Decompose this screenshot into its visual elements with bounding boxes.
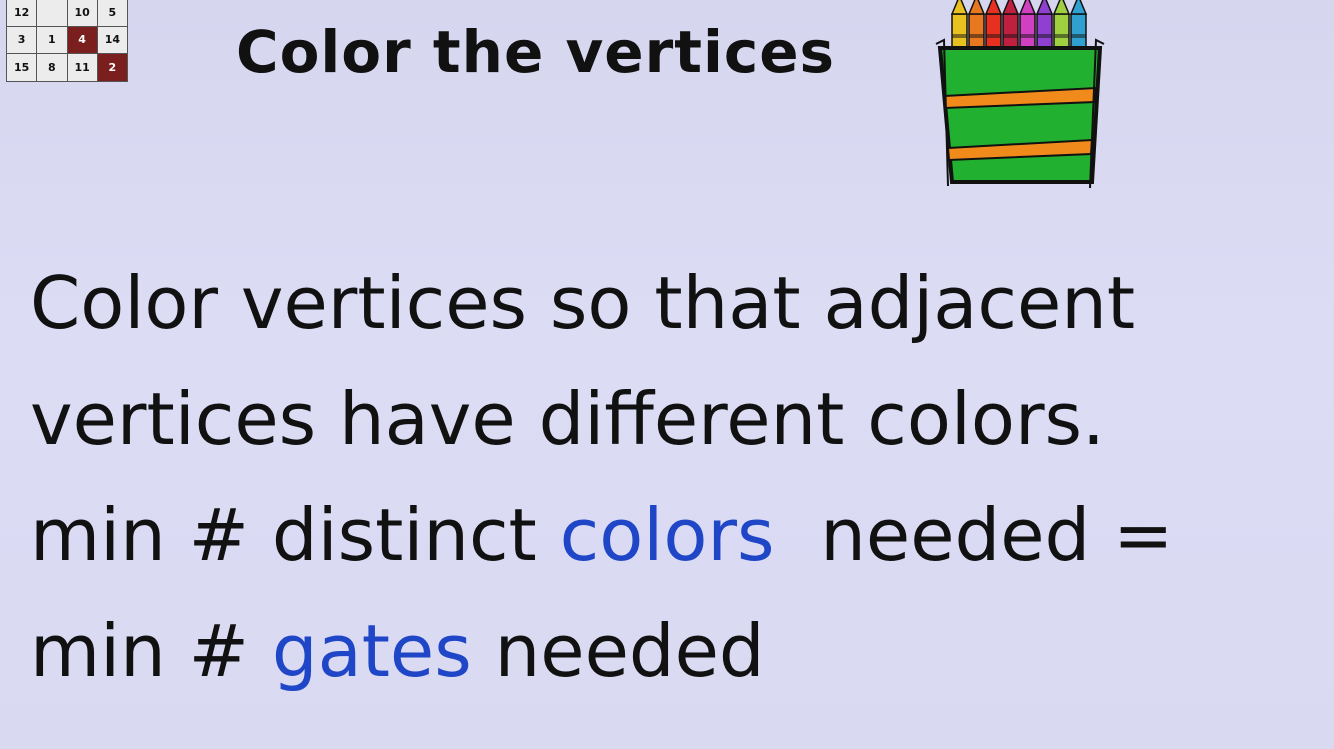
grid-cell: 12 [7,0,37,26]
grid-cell: 2 [97,54,127,81]
slide-body: Color vertices so that adjacent vertices… [30,245,1320,709]
crayon-tip [950,0,969,15]
crayon-tip [1069,0,1088,15]
grid-cell [37,0,67,26]
body-line-3-start: min # distinct [30,493,560,577]
body-line-1: Color vertices so that adjacent [30,261,1136,345]
body-line-3: min # distinct colors needed = [30,477,1320,593]
slide-title: Color the vertices [236,18,836,86]
grid-cell: 5 [97,0,127,26]
crayon-tip [1018,0,1037,15]
grid-cell: 8 [37,54,67,81]
body-line-3-end: needed = [774,493,1174,577]
body-line-4: min # gates needed [30,593,1320,709]
highlight-gates: gates [271,609,472,693]
crayon-band [1003,34,1018,38]
body-line-4-start: min # [30,609,272,693]
grid-cell: 3 [7,26,37,54]
crayon-band [1054,34,1069,38]
grid-cell: 15 [7,54,37,81]
crayon-tip [1001,0,1020,15]
crayon-band [1020,34,1035,38]
crayon-band [986,34,1001,38]
crayon-box-icon [935,0,1105,189]
crayon-tip [967,0,986,15]
crayon-tip [1035,0,1054,15]
grid-cell: 4 [67,26,97,54]
crayon-band [1071,34,1086,38]
grid-cell: 14 [97,26,127,54]
grid-cell: 10 [67,0,97,26]
crayon-tip [1052,0,1071,15]
body-line-2: vertices have different colors. [30,377,1105,461]
body-line-4-end: needed [471,609,765,693]
number-grid: 12 10 5 3 1 4 14 15 8 11 2 [6,0,128,82]
crayon-band [952,34,967,38]
grid-cell: 1 [37,26,67,54]
crayon-band [1037,34,1052,38]
crayon-band [969,34,984,38]
highlight-colors: colors [559,493,775,577]
crayon-tip [984,0,1003,15]
grid-cell: 11 [67,54,97,81]
